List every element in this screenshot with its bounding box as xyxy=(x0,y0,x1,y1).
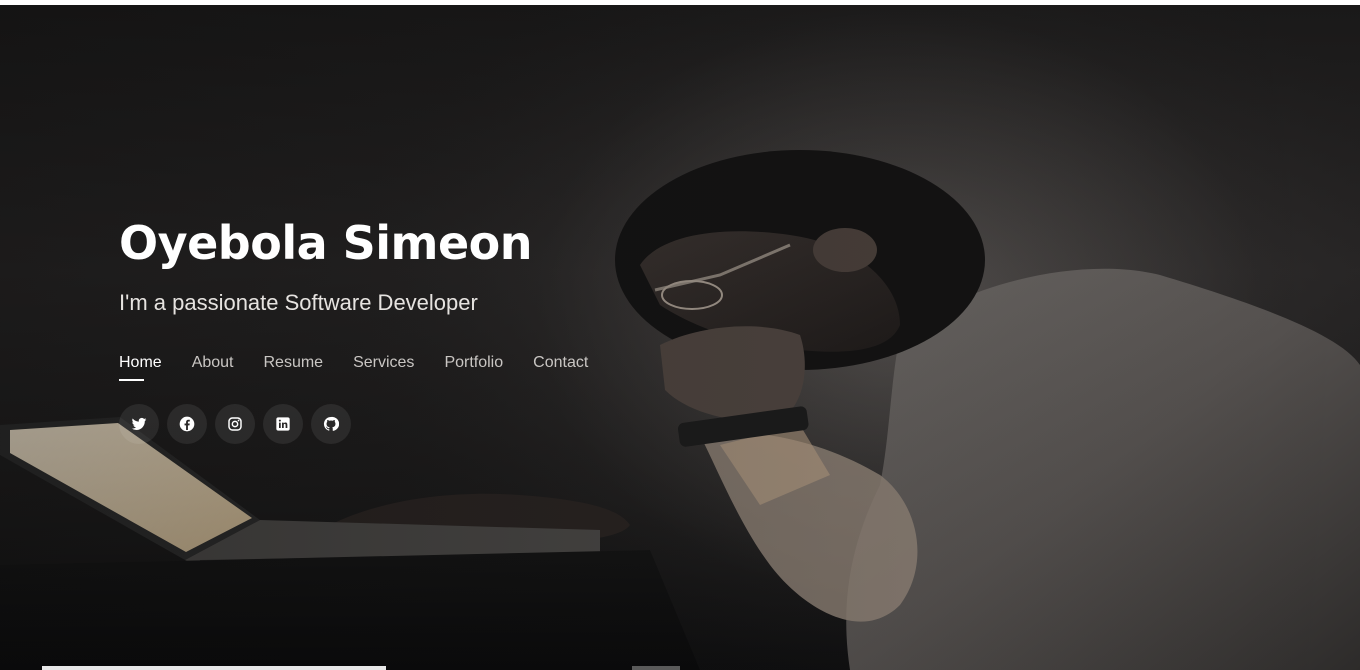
nav-item-portfolio[interactable]: Portfolio xyxy=(444,352,503,382)
nav-item-home[interactable]: Home xyxy=(119,352,162,382)
hero-content: Oyebola Simeon I'm a passionate Software… xyxy=(119,212,739,444)
nav-item-resume[interactable]: Resume xyxy=(264,352,324,382)
github-link[interactable] xyxy=(311,404,351,444)
page: Oyebola Simeon I'm a passionate Software… xyxy=(0,0,1360,670)
horizontal-scrollbar[interactable] xyxy=(42,666,386,670)
hero-section: Oyebola Simeon I'm a passionate Software… xyxy=(0,5,1360,670)
scrollbar-segment xyxy=(632,666,680,670)
twitter-link[interactable] xyxy=(119,404,159,444)
main-nav: Home About Resume Services Portfolio Con… xyxy=(119,352,739,382)
linkedin-icon xyxy=(275,416,291,432)
social-links xyxy=(119,404,739,444)
facebook-icon xyxy=(179,416,195,432)
twitter-icon xyxy=(131,416,147,432)
instagram-icon xyxy=(227,416,243,432)
nav-item-about[interactable]: About xyxy=(192,352,234,382)
nav-item-services[interactable]: Services xyxy=(353,352,414,382)
hero-tagline: I'm a passionate Software Developer xyxy=(119,290,478,315)
instagram-link[interactable] xyxy=(215,404,255,444)
nav-item-contact[interactable]: Contact xyxy=(533,352,588,382)
facebook-link[interactable] xyxy=(167,404,207,444)
hero-name: Oyebola Simeon xyxy=(119,216,533,270)
linkedin-link[interactable] xyxy=(263,404,303,444)
github-icon xyxy=(323,416,339,432)
